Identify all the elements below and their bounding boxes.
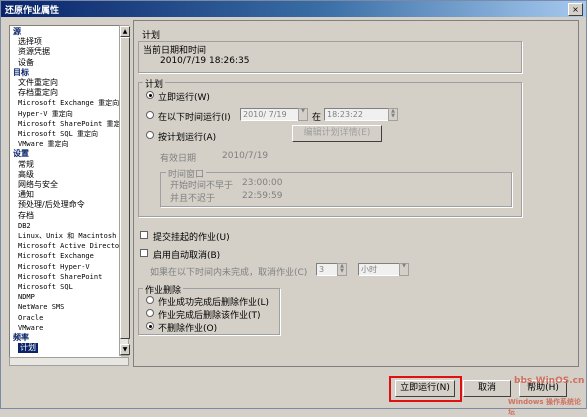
tree-item[interactable]: 资源凭据 [18, 47, 50, 57]
property-tree[interactable]: 源选择项 资源凭据 设备 目标 文件重定向 存档重定向 Microsoft Exchange… [9, 25, 121, 358]
run-at-on-label: 在 [312, 113, 322, 123]
tree-item[interactable]: 选择项 [18, 37, 42, 47]
start-no-earlier-value: 23:00:00 [242, 178, 283, 188]
tree-item[interactable]: VMware 重定向 [18, 139, 69, 149]
tree-item[interactable]: VMware [18, 323, 43, 333]
tree-item[interactable]: Microsoft Exchange [18, 251, 94, 261]
tree-item[interactable]: 存档 [18, 211, 34, 221]
effective-date-label: 有效日期 [160, 154, 197, 164]
tree-item[interactable]: 文件重定向 [18, 78, 58, 88]
tree-item[interactable]: DB2 [18, 221, 31, 231]
tree-item[interactable]: NetWare SMS [18, 302, 64, 312]
tree-item-selected[interactable]: 计划 [18, 343, 38, 354]
by-schedule-radio[interactable] [146, 131, 154, 139]
auto-cancel-checkbox[interactable] [140, 249, 148, 257]
by-schedule-label: 按计划运行(A) [158, 133, 217, 143]
no-later-label: 并且不迟于 [170, 194, 216, 204]
auto-cancel-label: 启用自动取消(B) [153, 251, 221, 261]
effective-date-value: 2010/7/19 [222, 151, 269, 161]
run-at-time-field[interactable]: 18:23:22 [324, 108, 390, 121]
tree-item[interactable]: Linux、Unix 和 Macintosh [18, 231, 116, 241]
tree-item[interactable]: Microsoft SQL 重定向 [18, 129, 98, 139]
tree-item[interactable]: 高级 [18, 170, 34, 180]
edit-schedule-button[interactable]: 编辑计划详情(E) [292, 125, 382, 142]
tree-item[interactable]: Microsoft Active Directory [18, 241, 120, 251]
run-at-label: 在以下时间运行(I) [158, 113, 231, 123]
cancel-value-spinner-icon[interactable]: ▲ ▼ [337, 263, 347, 276]
run-at-radio[interactable] [146, 111, 154, 119]
submit-on-hold-label: 提交挂起的作业(U) [153, 233, 230, 243]
time-spinner-icon[interactable]: ▲ ▼ [388, 108, 398, 121]
title-bar[interactable]: 还原作业属性 × [1, 1, 586, 17]
watermark-line2: Windows 操作系统论坛 [508, 398, 581, 416]
tree-category[interactable]: 目标 [13, 68, 29, 78]
cancel-unit-select[interactable]: 小时 [358, 263, 402, 276]
run-now-button[interactable]: 立即运行(N) [395, 380, 455, 397]
current-datetime-value: 2010/7/19 18:26:35 [160, 56, 250, 66]
cancel-if-not-done-label: 如果在以下时间内未完成，取消作业(C) [150, 268, 308, 278]
scroll-down-icon[interactable]: ▼ [120, 344, 130, 355]
tree-item[interactable]: Hyper-V 重定向 [18, 109, 73, 119]
run-at-date-field[interactable]: 2010/ 7/19 [240, 108, 306, 121]
run-now-label: 立即运行(W) [158, 93, 210, 103]
tree-item[interactable]: 预处理/后处理命令 [18, 200, 85, 210]
tree-item[interactable]: 设备 [18, 58, 34, 68]
datetime-group-label: 当前日期和时间 [143, 46, 207, 56]
tree-item[interactable]: Microsoft SQL [18, 282, 73, 292]
cancel-unit-dropdown-icon[interactable]: ▼ [399, 263, 409, 276]
section-title: 计划 [142, 31, 161, 41]
close-icon[interactable]: × [568, 3, 583, 16]
tree-category[interactable]: 源 [13, 27, 21, 37]
tree-item[interactable]: 通知 [18, 190, 34, 200]
tree-horizontal-scrollbar[interactable] [9, 357, 129, 366]
schedule-group-label: 计划 [143, 77, 166, 90]
start-no-earlier-label: 开始时间不早于 [170, 181, 234, 191]
delete-on-complete-radio[interactable] [146, 309, 154, 317]
delete-on-success-radio[interactable] [146, 296, 154, 304]
delete-on-complete-label: 作业完成后删除该作业(T) [158, 311, 261, 321]
tree-category[interactable]: 频率 [13, 333, 29, 343]
tree-item[interactable]: Microsoft SharePoint 重定向 [18, 119, 120, 129]
scroll-thumb[interactable] [120, 37, 130, 339]
tree-item[interactable]: Oracle [18, 313, 43, 323]
scroll-up-icon[interactable]: ▲ [120, 26, 130, 37]
delete-on-success-label: 作业成功完成后删除作业(L) [158, 298, 270, 308]
cancel-button[interactable]: 取消 [463, 380, 511, 397]
tree-item[interactable]: Microsoft Exchange 重定向 [18, 98, 119, 108]
tree-vertical-scrollbar[interactable]: ▲ ▼ [119, 25, 130, 356]
watermark-line1: bbs.WinOS.cn [514, 376, 585, 386]
tree-item[interactable]: 存档重定向 [18, 88, 58, 98]
tree-item[interactable]: 常规 [18, 160, 34, 170]
window-title: 还原作业属性 [5, 6, 60, 16]
tree-category[interactable]: 设置 [13, 149, 29, 159]
tree-item[interactable]: NDMP [18, 292, 35, 302]
no-later-value: 22:59:59 [242, 191, 283, 201]
date-dropdown-icon[interactable]: ▼ [298, 108, 308, 121]
submit-on-hold-checkbox[interactable] [140, 231, 148, 239]
tree-item[interactable]: 网络与安全 [18, 180, 58, 190]
tree-item[interactable]: Microsoft Hyper-V [18, 262, 90, 272]
never-delete-radio[interactable] [146, 322, 154, 330]
tree-item[interactable]: Microsoft SharePoint [18, 272, 102, 282]
never-delete-label: 不删除作业(O) [158, 324, 218, 334]
run-now-radio[interactable] [146, 91, 154, 99]
